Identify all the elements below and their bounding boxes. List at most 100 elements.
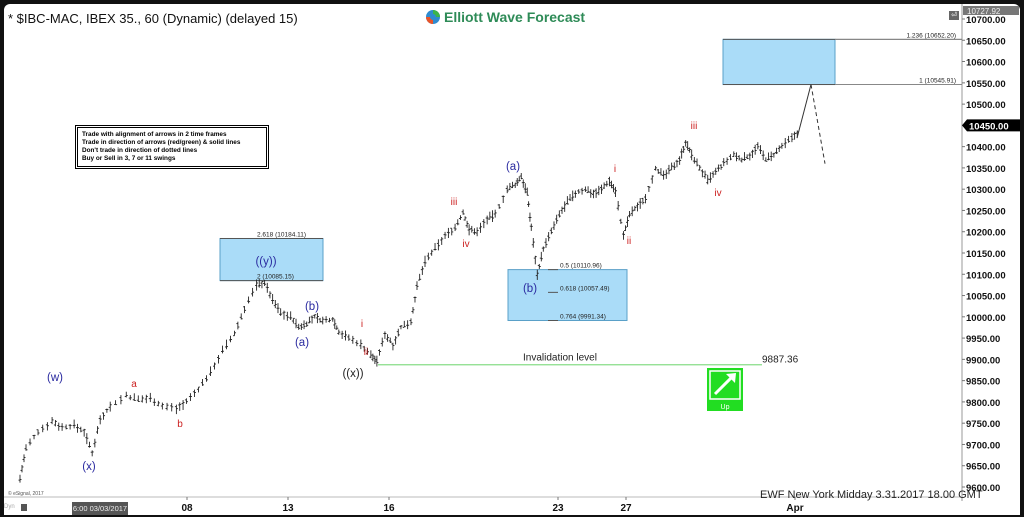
ohlc-bar bbox=[260, 281, 264, 289]
x-tick-label: 23 bbox=[552, 503, 564, 514]
y-tick-label: 10650.00 bbox=[966, 36, 1006, 47]
chart-menu-button[interactable]: ⏎ bbox=[949, 11, 959, 20]
ohlc-bar bbox=[549, 227, 553, 235]
ohlc-bar bbox=[690, 149, 694, 161]
wave-label: iv bbox=[462, 239, 469, 250]
y-tick-label: 10200.00 bbox=[966, 228, 1006, 239]
ohlc-bar bbox=[93, 438, 97, 448]
ohlc-bar bbox=[533, 255, 537, 265]
wave-label: (b) bbox=[523, 283, 537, 295]
ohlc-bar bbox=[291, 317, 295, 324]
wave-label: iii bbox=[451, 197, 458, 208]
ohlc-bar bbox=[313, 314, 317, 319]
ohlc-bar bbox=[82, 428, 86, 437]
trading-rules-box: Trade with alignment of arrows in 2 time… bbox=[75, 125, 269, 169]
ohlc-bar bbox=[463, 216, 467, 221]
ohlc-bar bbox=[251, 287, 255, 297]
ohlc-bar bbox=[282, 310, 286, 320]
ohlc-bar bbox=[148, 392, 152, 403]
ohlc-bar bbox=[719, 164, 723, 170]
ohlc-bar bbox=[527, 201, 531, 207]
ohlc-bar bbox=[511, 181, 515, 189]
ohlc-bar bbox=[136, 395, 140, 402]
ohlc-bar bbox=[299, 323, 303, 330]
wave-label: (a) bbox=[506, 161, 520, 173]
ohlc-bar bbox=[775, 147, 779, 155]
y-tick-label: 10250.00 bbox=[966, 206, 1006, 217]
ohlc-bar bbox=[472, 228, 476, 235]
ohlc-bar bbox=[399, 325, 403, 330]
ohlc-bar bbox=[239, 313, 243, 320]
ohlc-bar bbox=[406, 320, 410, 330]
ohlc-bar bbox=[573, 190, 577, 198]
ohlc-bar bbox=[672, 162, 676, 170]
wave-label: iv bbox=[714, 188, 721, 199]
ohlc-bar bbox=[41, 424, 45, 433]
ohlc-bar bbox=[279, 308, 283, 316]
ohlc-bar bbox=[433, 243, 437, 251]
ohlc-bar bbox=[450, 227, 454, 236]
ohlc-bar bbox=[769, 151, 773, 162]
ohlc-bar bbox=[759, 145, 763, 154]
ohlc-bar bbox=[327, 317, 331, 323]
ohlc-bar bbox=[508, 182, 512, 191]
ohlc-bar bbox=[22, 454, 26, 463]
wave-label: ((y)) bbox=[255, 256, 276, 268]
ohlc-bar bbox=[188, 393, 192, 402]
ohlc-bar bbox=[79, 426, 83, 433]
ohlc-bar bbox=[662, 170, 666, 180]
ohlc-bar bbox=[165, 402, 169, 411]
lock-icon[interactable] bbox=[21, 504, 27, 511]
ohlc-bar bbox=[124, 391, 128, 398]
price-chart[interactable]: 10700.00 10650.00 10600.00 10550.00 10500.00… bbox=[4, 4, 1020, 515]
ohlc-bar bbox=[144, 394, 148, 404]
ohlc-bar bbox=[174, 404, 178, 415]
ohlc-bar bbox=[394, 336, 398, 345]
y-tick-label: 10050.00 bbox=[966, 292, 1006, 303]
ohlc-bar bbox=[208, 366, 212, 377]
ohlc-bar bbox=[638, 198, 642, 209]
y-tick-label: 9850.00 bbox=[966, 377, 1000, 388]
ohlc-bar bbox=[294, 318, 298, 329]
ohlc-bar bbox=[212, 362, 216, 370]
y-tick-label: 9700.00 bbox=[966, 440, 1000, 451]
ohlc-bar bbox=[18, 474, 22, 483]
footer-caption: EWF New York Midday 3.31.2017 18.00 GMT bbox=[760, 489, 983, 501]
ohlc-bar bbox=[285, 311, 289, 321]
ohlc-bar bbox=[225, 339, 229, 350]
wave-label: iii bbox=[691, 121, 698, 132]
x-tick-label: 27 bbox=[620, 503, 632, 514]
y-tick-label: 10000.00 bbox=[966, 313, 1006, 324]
ohlc-bar bbox=[337, 329, 341, 335]
ohlc-bar bbox=[243, 306, 247, 314]
fib-level-label: 0.764 (9991.34) bbox=[560, 314, 606, 321]
ohlc-bar bbox=[513, 182, 517, 188]
ohlc-bar bbox=[563, 201, 567, 212]
ohlc-bar bbox=[418, 273, 422, 281]
ohlc-bar bbox=[426, 252, 430, 261]
ohlc-bar bbox=[68, 424, 72, 430]
wave-label: (w) bbox=[47, 372, 63, 384]
ohlc-bar bbox=[732, 151, 736, 158]
ohlc-bar bbox=[196, 386, 200, 393]
y-tick-label: 9900.00 bbox=[966, 355, 1000, 366]
ohlc-bar bbox=[517, 176, 521, 182]
ohlc-bar bbox=[577, 189, 581, 194]
ohlc-bar bbox=[45, 422, 49, 431]
ohlc-bar bbox=[24, 444, 28, 451]
ohlc-bar bbox=[602, 182, 606, 189]
ohlc-bar bbox=[380, 337, 384, 347]
ohlc-bar bbox=[96, 426, 100, 434]
ohlc-bar bbox=[184, 398, 188, 404]
y-tick-label: 10550.00 bbox=[966, 79, 1006, 90]
ohlc-bar bbox=[247, 296, 251, 304]
rule-line: Trade with alignment of arrows in 2 time… bbox=[82, 131, 227, 138]
ohlc-bar bbox=[537, 263, 541, 269]
ohlc-bar bbox=[409, 318, 413, 326]
ohlc-bar bbox=[780, 142, 784, 149]
ohlc-bar bbox=[541, 246, 545, 252]
y-tick-label: 10700.00 bbox=[966, 15, 1006, 26]
dyn-label[interactable]: Dyn bbox=[4, 504, 15, 510]
ohlc-bar bbox=[271, 294, 275, 305]
ohlc-bar bbox=[521, 179, 525, 188]
